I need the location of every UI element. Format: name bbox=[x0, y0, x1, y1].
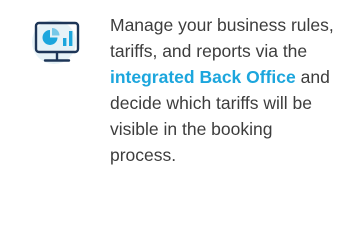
integrated-back-office-highlight: integrated Back Office bbox=[110, 67, 296, 87]
feature-text-before: Manage your business rules, tariffs, and… bbox=[110, 15, 334, 61]
feature-block: Manage your business rules, tariffs, and… bbox=[0, 0, 344, 242]
feature-description: Manage your business rules, tariffs, and… bbox=[110, 12, 334, 168]
monitor-chart-icon bbox=[28, 14, 92, 78]
